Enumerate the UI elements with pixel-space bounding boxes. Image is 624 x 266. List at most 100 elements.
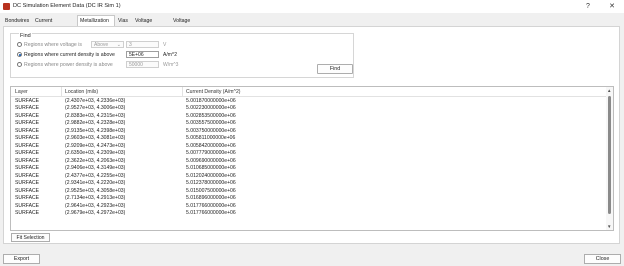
scrollbar-thumb[interactable] <box>608 96 611 214</box>
table-row[interactable]: SURFACE (2.9641e+03, 4.2923e+03) 5.0177660… <box>11 202 607 210</box>
option-current-density-label: Regions where current density is above <box>24 52 115 58</box>
fit-selection-button[interactable]: Fit Selection <box>11 233 50 242</box>
cell-location: (2.8383e+03, 4.2315e+03) <box>65 112 126 119</box>
table-body: SURFACE (2.4307e+03, 4.2336e+03) 5.0018700… <box>11 97 607 217</box>
cell-current-density: 5.012378000000e+06 <box>186 180 236 186</box>
cell-current-density: 5.002230000000e+06 <box>186 105 236 111</box>
table-row[interactable]: SURFACE (2.4307e+03, 4.2336e+03) 5.0018700… <box>11 97 607 105</box>
cell-layer: SURFACE <box>15 202 40 209</box>
cell-location: (2.9135e+03, 4.2398e+03) <box>65 127 126 134</box>
cell-layer: SURFACE <box>15 142 40 149</box>
cell-location: (2.9209e+03, 4.2473e+03) <box>65 142 126 149</box>
table-row[interactable]: SURFACE (2.7134e+03, 4.2913e+03) 5.0168960… <box>11 195 607 203</box>
table-row[interactable]: SURFACE (2.9603e+03, 4.3081e+03) 5.0058110… <box>11 135 607 143</box>
table-row[interactable]: SURFACE (2.9135e+03, 4.2398e+03) 5.0037500… <box>11 127 607 135</box>
cell-location: (2.6350e+03, 4.2309e+03) <box>65 150 126 156</box>
close-icon[interactable]: ✕ <box>603 1 621 12</box>
cell-location: (2.9882e+03, 4.2328e+03) <box>65 120 126 126</box>
cell-current-density: 5.009690000000e+06 <box>186 157 236 164</box>
find-group-label: Find <box>19 33 32 39</box>
scroll-down-icon[interactable]: ▼ <box>607 224 611 229</box>
cell-layer: SURFACE <box>15 165 40 171</box>
power-density-unit: W/m^3 <box>163 62 179 68</box>
find-group: Find Regions where voltage is Above ⌄ 3 … <box>10 33 354 78</box>
cell-current-density: 5.005842000000e+06 <box>186 142 236 149</box>
column-header-layer[interactable]: Layer <box>15 89 28 95</box>
table-row[interactable]: SURFACE (2.4377e+03, 4.2255e+03) 5.0120240… <box>11 172 607 180</box>
cell-layer: SURFACE <box>15 127 40 134</box>
cell-location: (2.9527e+03, 4.3006e+03) <box>65 105 126 111</box>
cell-layer: SURFACE <box>15 150 40 156</box>
cell-current-density: 5.003750000000e+06 <box>186 127 236 134</box>
table-row[interactable]: SURFACE (2.9882e+03, 4.2328e+03) 5.0035575… <box>11 120 607 128</box>
cell-location: (2.9641e+03, 4.2923e+03) <box>65 202 126 209</box>
export-button[interactable]: Export <box>3 254 40 264</box>
tab-current-sources[interactable]: Current Sources <box>33 16 56 34</box>
close-button[interactable]: Close <box>584 254 621 264</box>
cell-current-density: 5.003557500000e+06 <box>186 120 236 126</box>
table-row[interactable]: SURFACE (2.9406e+03, 4.3149e+03) 5.0106850… <box>11 165 607 173</box>
cell-layer: SURFACE <box>15 120 40 126</box>
app-icon <box>3 3 10 10</box>
table-row[interactable]: SURFACE (2.6350e+03, 4.2309e+03) 5.0077790… <box>11 150 607 158</box>
table-row[interactable]: SURFACE (2.9209e+03, 4.2473e+03) 5.0058420… <box>11 142 607 150</box>
help-icon[interactable]: ? <box>579 1 597 12</box>
cell-location: (2.9341e+03, 4.2220e+03) <box>65 180 126 186</box>
radio-voltage[interactable] <box>17 42 22 47</box>
column-separator[interactable] <box>182 87 183 96</box>
cell-layer: SURFACE <box>15 172 40 179</box>
cell-layer: SURFACE <box>15 187 40 194</box>
table-row[interactable]: SURFACE (2.9679e+03, 4.2972e+03) 5.0177660… <box>11 210 607 218</box>
tab-vias[interactable]: Vias <box>116 16 130 26</box>
cell-layer: SURFACE <box>15 105 40 111</box>
cell-location: (2.9679e+03, 4.2972e+03) <box>65 210 126 216</box>
cell-current-density: 5.015007500000e+06 <box>186 187 236 194</box>
cell-current-density: 5.017766000000e+06 <box>186 210 236 216</box>
column-header-current-density[interactable]: Current Density (A/m^2) <box>186 89 240 95</box>
table-row[interactable]: SURFACE (2.3622e+03, 4.2063e+03) 5.0096900… <box>11 157 607 165</box>
cell-current-density: 5.010685000000e+06 <box>186 165 236 171</box>
radio-current-density[interactable] <box>17 52 22 57</box>
cell-current-density: 5.005811000000e+06 <box>186 135 236 141</box>
cell-current-density: 5.017766000000e+06 <box>186 202 236 209</box>
cell-current-density: 5.007779000000e+06 <box>186 150 236 156</box>
vertical-scrollbar[interactable]: ▲ ▼ <box>606 87 613 230</box>
table-row[interactable]: SURFACE (2.8383e+03, 4.2315e+03) 5.0028535… <box>11 112 607 120</box>
chevron-down-icon: ⌄ <box>116 42 121 48</box>
voltage-unit: V <box>163 42 167 48</box>
current-density-unit: A/m^2 <box>163 52 178 58</box>
tab-bondwires[interactable]: Bondwires <box>3 16 31 26</box>
voltage-value-input[interactable]: 3 <box>126 41 159 48</box>
cell-location: (2.9603e+03, 4.3081e+03) <box>65 135 126 141</box>
table-header: Layer Location (mils) Current Density (A… <box>11 87 613 97</box>
tab-voltage-sources[interactable]: Voltage Sources <box>171 16 194 34</box>
cell-current-density: 5.016896000000e+06 <box>186 195 236 201</box>
cell-current-density: 5.002853500000e+06 <box>186 112 236 119</box>
metallization-panel: Find Regions where voltage is Above ⌄ 3 … <box>3 26 620 244</box>
cell-layer: SURFACE <box>15 112 40 119</box>
power-density-value-input[interactable]: 50000 <box>126 61 159 68</box>
cell-layer: SURFACE <box>15 97 40 104</box>
cell-layer: SURFACE <box>15 195 40 201</box>
title-bar: DC Simulation Element Data (DC IR Sim 1)… <box>0 0 624 13</box>
find-button[interactable]: Find <box>317 64 353 74</box>
cell-current-density: 5.012024000000e+06 <box>186 172 236 179</box>
column-separator[interactable] <box>61 87 62 96</box>
table-row[interactable]: SURFACE (2.9525e+03, 4.3058e+03) 5.0150075… <box>11 187 607 195</box>
table-row[interactable]: SURFACE (2.9527e+03, 4.3006e+03) 5.0022300… <box>11 105 607 113</box>
voltage-comparison-select[interactable]: Above ⌄ <box>91 41 124 48</box>
cell-layer: SURFACE <box>15 180 40 186</box>
cell-layer: SURFACE <box>15 210 40 216</box>
table-row[interactable]: SURFACE (2.9341e+03, 4.2220e+03) 5.0123780… <box>11 180 607 188</box>
radio-power-density[interactable] <box>17 62 22 67</box>
cell-location: (2.4307e+03, 4.2336e+03) <box>65 97 126 104</box>
cell-location: (2.3622e+03, 4.2063e+03) <box>65 157 126 164</box>
cell-current-density: 5.001870000000e+06 <box>186 97 236 104</box>
tab-metallization[interactable]: Metallization <box>77 15 115 26</box>
cell-layer: SURFACE <box>15 135 40 141</box>
current-density-value-input[interactable]: 5E+06 <box>126 51 159 58</box>
column-header-location[interactable]: Location (mils) <box>65 89 98 95</box>
tab-voltage-probes[interactable]: Voltage Probes <box>133 16 154 34</box>
scroll-up-icon[interactable]: ▲ <box>607 88 611 93</box>
cell-layer: SURFACE <box>15 157 40 164</box>
